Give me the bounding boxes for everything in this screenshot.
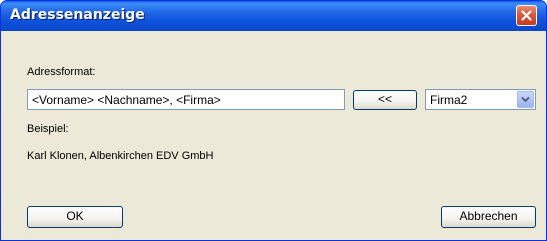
dropdown-button[interactable] [517, 91, 534, 108]
window-title: Adressenanzeige [10, 7, 145, 23]
ok-button[interactable]: OK [27, 206, 123, 228]
field-select[interactable]: Firma2 [425, 89, 536, 110]
address-format-label: Adressformat: [27, 66, 96, 78]
title-bar: Adressenanzeige [1, 1, 546, 31]
dialog-window: Adressenanzeige Adressformat: <Vorname> … [0, 0, 547, 241]
cancel-button-label: Abbrechen [459, 209, 518, 223]
example-value: Karl Klonen, Albenkirchen EDV GmbH [27, 150, 214, 162]
close-icon [521, 10, 532, 21]
insert-field-button[interactable]: << [353, 90, 417, 110]
insert-field-button-label: << [377, 92, 392, 106]
ok-button-label: OK [66, 209, 84, 223]
cancel-button[interactable]: Abbrechen [441, 206, 536, 228]
field-select-value: Firma2 [430, 93, 468, 107]
chevron-down-icon [521, 96, 530, 103]
example-label: Beispiel: [27, 123, 69, 135]
address-format-input[interactable]: <Vorname> <Nachname>, <Firma> [27, 89, 345, 110]
close-button[interactable] [516, 5, 537, 26]
dialog-body: Adressformat: <Vorname> <Nachname>, <Fir… [4, 31, 543, 237]
